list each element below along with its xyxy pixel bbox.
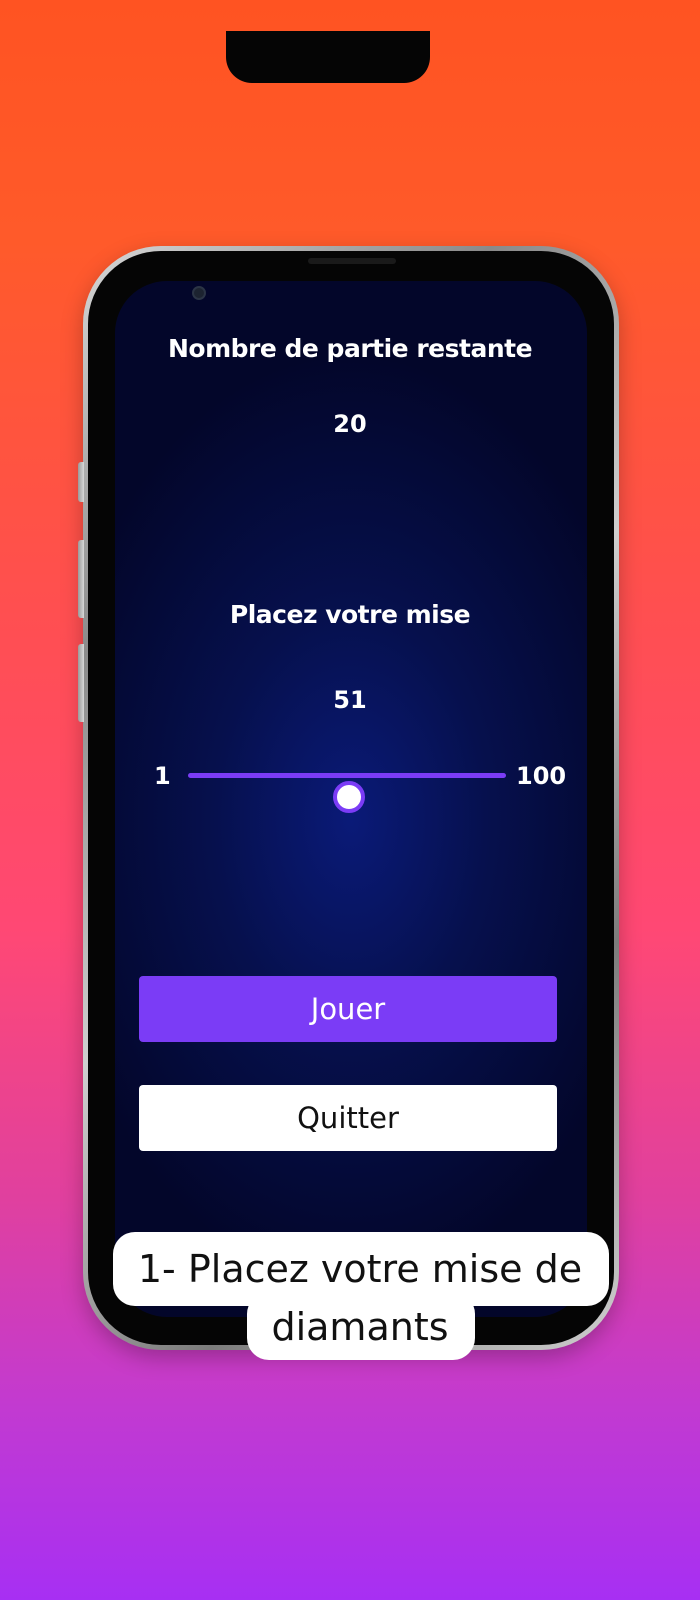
quit-button[interactable]: Quitter — [139, 1085, 557, 1151]
bet-value: 51 — [333, 686, 367, 714]
phone-side-button-mute — [78, 462, 84, 502]
bet-slider[interactable]: 1 100 — [150, 752, 580, 813]
remaining-games-count: 20 — [333, 410, 367, 438]
front-camera-icon — [192, 286, 206, 300]
play-button[interactable]: Jouer — [139, 976, 557, 1042]
slider-min-label: 1 — [154, 762, 171, 790]
caption-text: 1- Placez votre mise de diamants — [137, 1247, 583, 1349]
remaining-games-title: Nombre de partie restante — [167, 334, 533, 363]
slider-thumb[interactable] — [332, 781, 365, 813]
bet-title: Placez votre mise — [229, 600, 471, 629]
slider-max-label: 100 — [516, 762, 567, 790]
phone-notch — [226, 31, 430, 83]
slider-track[interactable] — [188, 773, 506, 813]
phone-speaker — [308, 258, 396, 264]
